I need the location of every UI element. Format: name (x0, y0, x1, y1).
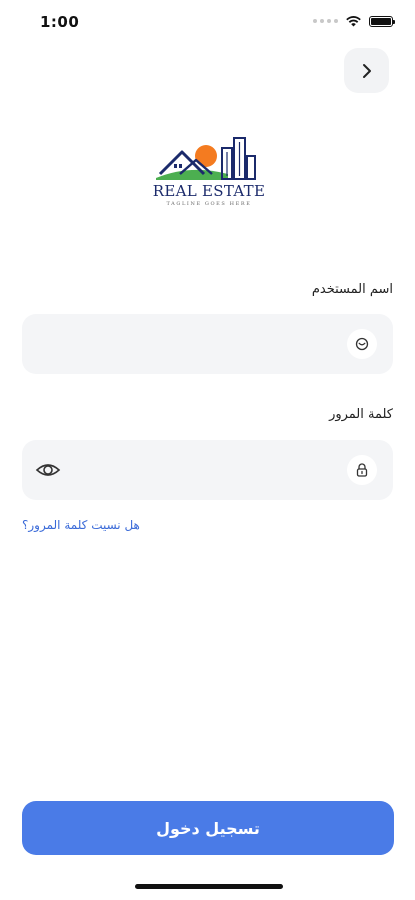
password-field[interactable] (22, 440, 393, 502)
logo-mark (156, 137, 256, 180)
status-icons (313, 15, 395, 27)
forgot-password-link[interactable]: هل نسيت كلمة المرور؟ (22, 518, 140, 532)
home-indicator (135, 884, 283, 889)
password-input[interactable] (86, 440, 310, 502)
signal-icon (313, 19, 338, 23)
logo: REAL ESTATE TAGLINE GOES HERE (150, 134, 268, 214)
lock-icon (347, 455, 377, 485)
username-input[interactable] (86, 314, 310, 376)
battery-icon (369, 15, 395, 27)
status-bar: 1:00 (0, 0, 415, 46)
logo-title: REAL ESTATE (152, 182, 266, 200)
username-field[interactable] (22, 314, 393, 376)
chevron-right-icon (362, 63, 371, 78)
eye-icon[interactable] (35, 458, 61, 482)
login-button[interactable]: تسجيل دخول (22, 801, 394, 855)
logo-tagline: TAGLINE GOES HERE (166, 201, 252, 207)
username-label: اسم المستخدم (311, 282, 393, 297)
wifi-icon (346, 16, 361, 27)
password-label: كلمة المرور (329, 407, 393, 422)
back-button[interactable] (344, 48, 389, 93)
status-time: 1:00 (40, 13, 80, 31)
user-icon (347, 329, 377, 359)
